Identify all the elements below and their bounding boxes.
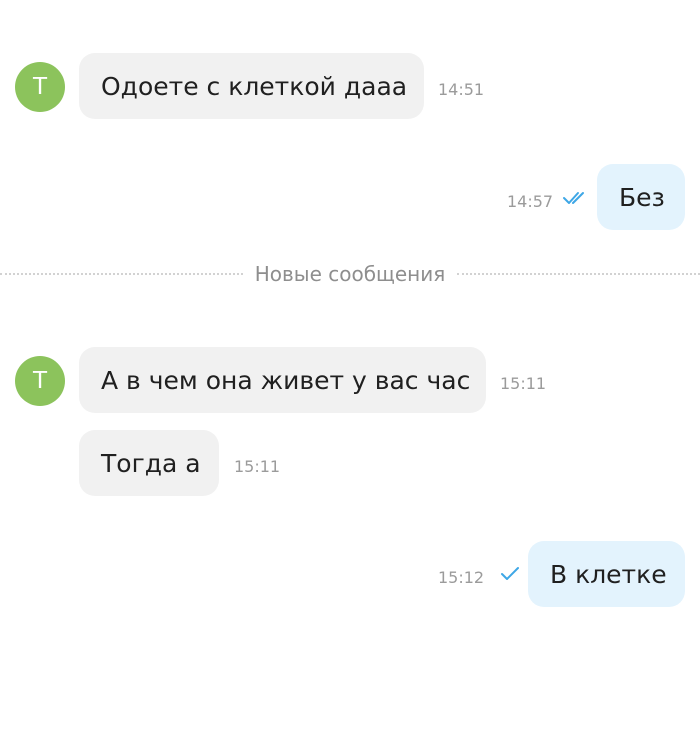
- new-messages-divider: Новые сообщения: [0, 262, 700, 286]
- message-text: Тогда а: [101, 448, 201, 478]
- single-check-icon: [501, 567, 519, 580]
- message-bubble[interactable]: А в чем она живет у вас час: [79, 347, 486, 413]
- message-bubble[interactable]: Без: [597, 164, 685, 230]
- message-bubble[interactable]: Одоете с клеткой дааа: [79, 53, 424, 119]
- new-messages-label: Новые сообщения: [254, 262, 446, 286]
- message-text: А в чем она живет у вас час: [101, 365, 471, 395]
- message-text: В клетке: [550, 559, 667, 589]
- message-text: Одоете с клеткой дааа: [101, 71, 408, 101]
- message-bubble[interactable]: В клетке: [528, 541, 685, 607]
- message-time: 15:12: [438, 568, 485, 587]
- message-bubble[interactable]: Тогда а: [79, 430, 219, 496]
- avatar-letter: Т: [32, 368, 48, 394]
- message-time: 15:11: [500, 374, 547, 393]
- divider-line: [457, 273, 700, 275]
- message-time: 14:57: [507, 192, 554, 211]
- sender-avatar[interactable]: Т: [15, 62, 65, 112]
- message-time: 15:11: [234, 457, 281, 476]
- message-text: Без: [619, 182, 665, 212]
- message-time: 14:51: [438, 80, 485, 99]
- divider-line: [0, 273, 243, 275]
- avatar-letter: Т: [32, 74, 48, 100]
- double-check-icon: [563, 192, 584, 204]
- sender-avatar[interactable]: Т: [15, 356, 65, 406]
